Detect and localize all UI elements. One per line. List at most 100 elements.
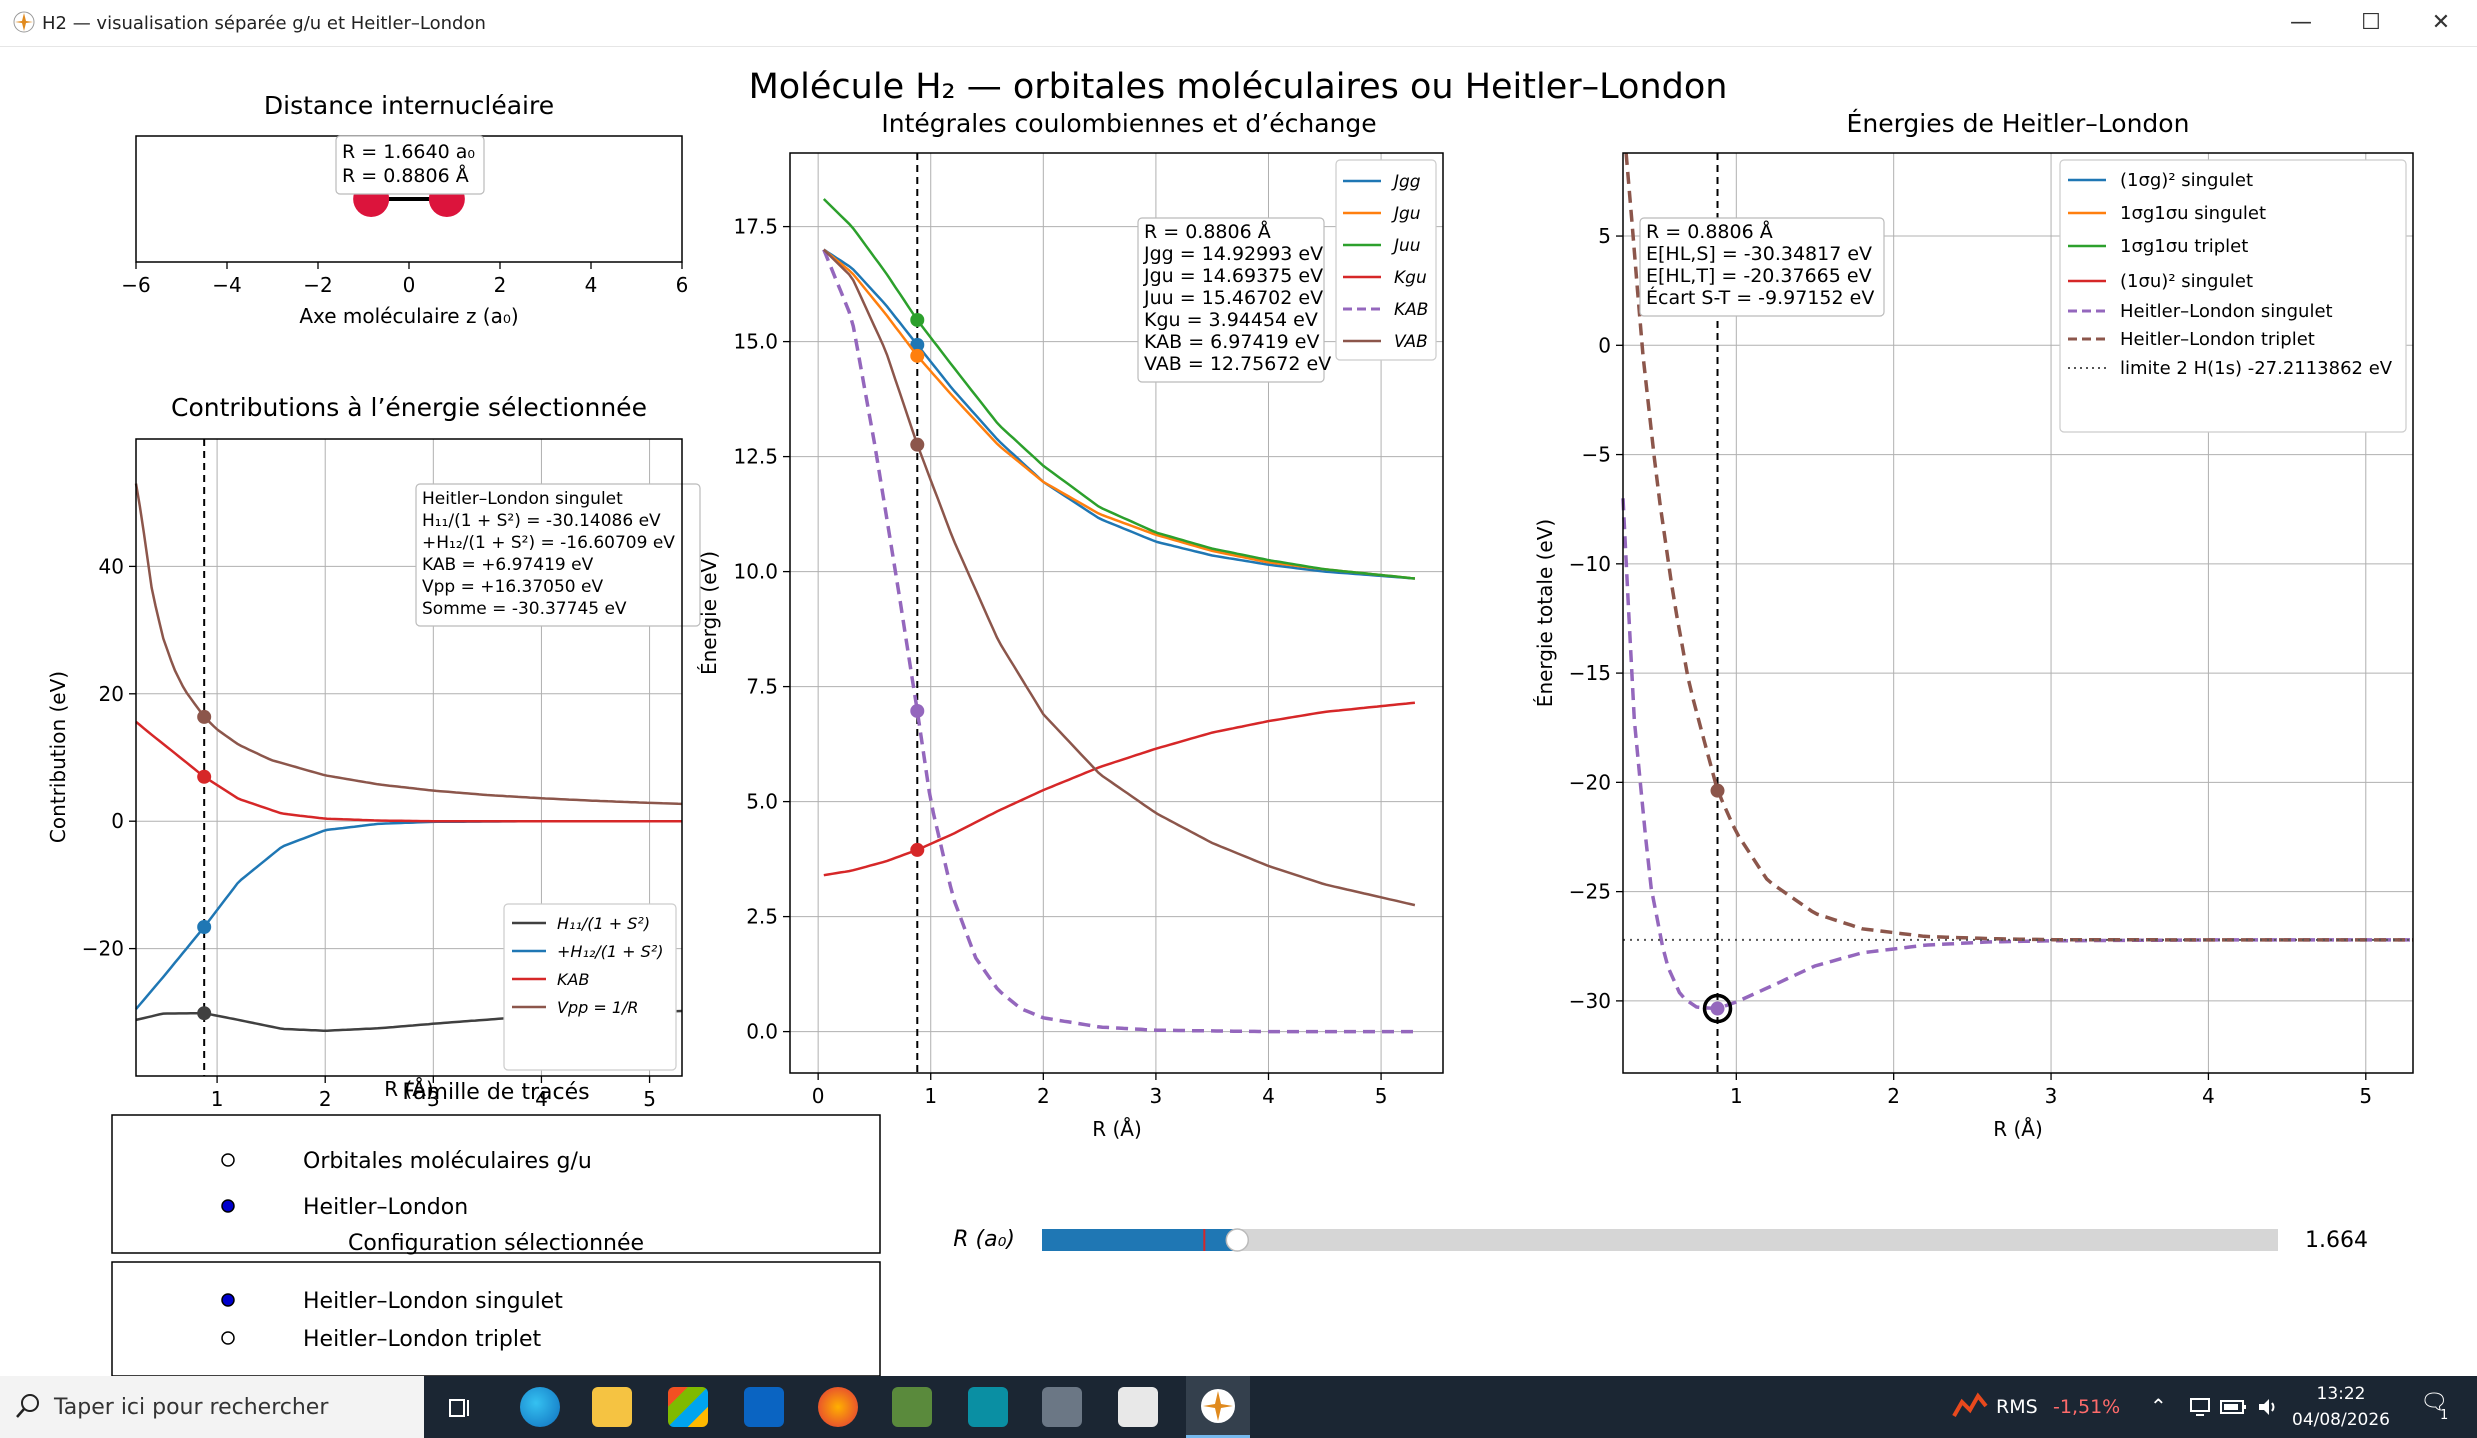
legend-kgu: Kgu: [1394, 268, 1427, 288]
integ-annotation-line: KAB = 6.97419 eV: [1144, 331, 1319, 353]
energy-xtick-label: 4: [2202, 1084, 2215, 1108]
integ-xtick-label: 4: [1262, 1084, 1275, 1108]
radio-config-dot-1[interactable]: [221, 1331, 235, 1345]
distance-annotation-line: R = 1.6640 a₀: [342, 141, 475, 163]
contrib-annotation-line: Vpp = +16.37050 eV: [422, 577, 603, 597]
maximize-button[interactable]: ☐: [2336, 0, 2406, 46]
chart-distance-xlabel: Axe moléculaire z (a₀): [299, 304, 518, 328]
network-icon[interactable]: [2188, 1396, 2212, 1418]
radio-family-dot-0[interactable]: [221, 1153, 235, 1167]
search-icon: [16, 1394, 39, 1418]
chart-energies: Énergies de Heitler–London 1 2 3 4 5 −30 −25 −2…: [1533, 109, 2414, 1141]
chart-contributions: Contributions à l’énergie sélectionnée 1…: [46, 393, 701, 1111]
app-icon: [13, 11, 35, 33]
store-icon[interactable]: [668, 1387, 708, 1427]
integ-annotation-line: Juu = 15.46702 eV: [1143, 287, 1323, 309]
legend-limite: limite 2 H(1s) -27.2113862 eV: [2120, 358, 2393, 379]
contrib-xtick-label: 1: [211, 1087, 224, 1111]
integ-xtick-label: 3: [1150, 1084, 1163, 1108]
integ-ytick-label: 12.5: [733, 445, 778, 469]
chart-distance-title: Distance internucléaire: [264, 91, 554, 120]
energy-xtick-label: 5: [2359, 1084, 2372, 1108]
chart-energies-title: Énergies de Heitler–London: [1847, 109, 2190, 138]
legend-hl-singulet: Heitler–London singulet: [2120, 301, 2333, 322]
distance-xtick-label: 6: [676, 273, 689, 297]
task-view-icon[interactable]: [446, 1394, 474, 1422]
chart-energies-ylabel: Énergie totale (eV): [1533, 519, 1557, 707]
firefox-icon[interactable]: [818, 1387, 858, 1427]
radio-family-label-0[interactable]: Orbitales moléculaires g/u: [303, 1149, 592, 1174]
integ-ytick-label: 10.0: [733, 560, 778, 584]
energy-annotation-line: Écart S-T = -9.97152 eV: [1646, 286, 1874, 309]
radio-family-label-1[interactable]: Heitler–London: [303, 1195, 468, 1220]
distance-xtick-label: −4: [212, 273, 241, 297]
stock-label[interactable]: RMS: [1996, 1396, 2038, 1418]
window-title: H2 — visualisation séparée g/u et Heitle…: [42, 13, 486, 34]
contrib-annotation-line: Somme = -30.37745 eV: [422, 599, 627, 619]
integ-annotation-line: Kgu = 3.94454 eV: [1144, 309, 1318, 331]
slider-handle[interactable]: [1225, 1228, 1250, 1252]
active-app-icon: [1201, 1389, 1235, 1423]
energy-ytick-label: −10: [1569, 552, 1611, 576]
image-editor-icon[interactable]: [892, 1387, 932, 1427]
chevron-up-icon[interactable]: ⌃: [2150, 1394, 2167, 1418]
energy-ytick-label: −25: [1569, 880, 1611, 904]
stock-value[interactable]: -1,51%: [2053, 1396, 2120, 1418]
figure-canvas: Molécule H₂ — orbitales moléculaires ou …: [46, 67, 2414, 1376]
contrib-annotation-line: +H₁₂/(1 + S²) = -16.60709 eV: [422, 533, 675, 553]
active-app-slot[interactable]: [1186, 1376, 1250, 1438]
camera-app-icon[interactable]: [1042, 1387, 1082, 1427]
contrib-annotation-line: KAB = +6.97419 eV: [422, 555, 594, 575]
window-titlebar: H2 — visualisation séparée g/u et Heitle…: [0, 0, 2477, 47]
integ-series-marker: [910, 437, 925, 452]
integ-ytick-label: 7.5: [746, 675, 778, 699]
radio-config-title: Configuration sélectionnée: [348, 1231, 644, 1256]
contrib-annotation-line: Heitler–London singulet: [422, 489, 623, 509]
search-placeholder[interactable]: Taper ici pour rechercher: [54, 1395, 328, 1420]
radio-config-label-0[interactable]: Heitler–London singulet: [303, 1289, 563, 1314]
contrib-ytick-label: 0: [111, 809, 124, 833]
energy-xtick-label: 1: [1730, 1084, 1743, 1108]
chart-integrales-xlabel: R (Å): [1092, 1117, 1142, 1141]
terminal-app-icon[interactable]: [968, 1387, 1008, 1427]
chart-integrales-legend: Jgg Jgu Juu Kgu KAB VAB: [1335, 159, 1437, 361]
radio-family-title: Famille de tracés: [402, 1080, 589, 1105]
stock-chart-icon: [1952, 1392, 1988, 1417]
file-explorer-icon[interactable]: [592, 1387, 632, 1427]
contrib-annotation-line: H₁₁/(1 + S²) = -30.14086 eV: [422, 511, 661, 531]
contrib-xtick-label: 5: [643, 1087, 656, 1111]
minimize-button[interactable]: —: [2266, 0, 2336, 46]
outlook-icon[interactable]: [744, 1387, 784, 1427]
legend-vab: VAB: [1394, 332, 1428, 352]
integ-ytick-label: 15.0: [733, 330, 778, 354]
integ-ytick-label: 0.0: [746, 1020, 778, 1044]
edge-icon[interactable]: [520, 1387, 560, 1427]
figure-suptitle: Molécule H₂ — orbitales moléculaires ou …: [749, 67, 1728, 107]
radio-config-dot-0[interactable]: [221, 1293, 235, 1307]
distance-annotation-line: R = 0.8806 Å: [342, 164, 469, 187]
chart-integrales: Intégrales coulombiennes et d’échange 0 1…: [697, 109, 1444, 1141]
close-button[interactable]: ✕: [2406, 0, 2476, 46]
radio-config-label-1[interactable]: Heitler–London triplet: [303, 1327, 542, 1352]
chart-energies-xlabel: R (Å): [1993, 1117, 2043, 1141]
distance-xtick-label: 0: [403, 273, 416, 297]
integ-annotation-line: Jgu = 14.69375 eV: [1143, 265, 1323, 287]
chart-integrales-title: Intégrales coulombiennes et d’échange: [881, 109, 1376, 138]
battery-icon[interactable]: [2220, 1398, 2248, 1416]
chart-distance: Distance internucléaire −6 −4 −2 0 2 4 6 R = 1.…: [121, 91, 688, 328]
legend-ou2: (1σu)² singulet: [2120, 271, 2253, 292]
taskbar-time[interactable]: 13:22: [2296, 1384, 2386, 1404]
taskbar-search[interactable]: Taper ici pour rechercher: [0, 1376, 424, 1438]
integ-annotation-line: R = 0.8806 Å: [1144, 220, 1271, 243]
contrib-xtick-label: 2: [319, 1087, 332, 1111]
volume-icon[interactable]: [2256, 1396, 2280, 1418]
taskbar-date[interactable]: 04/08/2026: [2286, 1410, 2396, 1430]
integ-ytick-label: 17.5: [733, 215, 778, 239]
chart-contributions-legend: H₁₁/(1 + S²) +H₁₂/(1 + S²) KAB Vpp = 1/R: [503, 903, 677, 1071]
radio-config-frame: [111, 1261, 881, 1376]
radio-family-dot-1[interactable]: [221, 1199, 235, 1213]
contrib-series-marker: [197, 709, 212, 724]
energy-xtick-label: 3: [2045, 1084, 2058, 1108]
python-doc-icon[interactable]: [1118, 1387, 1158, 1427]
integ-series-marker: [910, 842, 925, 857]
